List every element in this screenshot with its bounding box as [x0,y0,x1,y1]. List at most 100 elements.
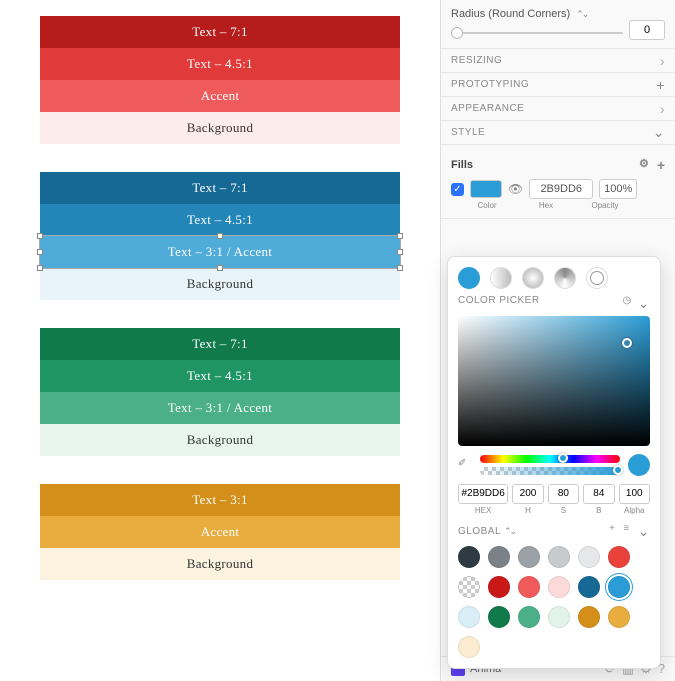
color-picker-popover: COLOR PICKER ◷ ✐ #2B9DD6 HEX 200H 80S 84… [447,256,661,669]
add-global-color-icon[interactable]: + [609,523,615,540]
visibility-icon[interactable]: 👁 [508,182,523,196]
global-swatch[interactable] [458,546,480,568]
current-color-swatch [628,454,650,476]
global-swatch[interactable] [548,546,570,568]
palette-row[interactable]: Text – 3:1 [40,484,400,516]
palette-group: Text – 7:1Text – 4.5:1Text – 3:1 / Accen… [40,328,400,456]
s-label: S [548,506,579,515]
fill-type-pattern[interactable] [586,267,608,289]
radius-label: Radius (Round Corners) [451,8,570,20]
b-input[interactable]: 84 [583,484,614,504]
palette-row[interactable]: Text – 4.5:1 [40,360,400,392]
palette-row[interactable]: Text – 4.5:1 [40,48,400,80]
color-picker-title: COLOR PICKER [458,295,540,312]
fills-title: Fills [451,159,473,171]
global-swatch[interactable] [608,606,630,628]
palette-row[interactable]: Text – 7:1 [40,328,400,360]
fill-type-radial[interactable] [522,267,544,289]
global-swatch[interactable] [488,546,510,568]
fill-swatch[interactable] [470,180,502,198]
global-swatch[interactable] [548,576,570,598]
hex-input[interactable]: #2B9DD6 [458,484,508,504]
hue-slider[interactable] [480,455,620,463]
section-label: PROTOTYPING [451,79,529,90]
global-swatch[interactable] [458,606,480,628]
palette-row[interactable]: Background [40,112,400,144]
global-swatch[interactable] [518,606,540,628]
section-style[interactable]: STYLE [441,121,675,145]
global-swatch[interactable] [548,606,570,628]
global-swatch[interactable] [518,546,540,568]
selected-layer[interactable]: Text – 3:1 / Accent [40,236,400,268]
fill-enabled-checkbox[interactable]: ✓ [451,183,464,196]
fills-section: Fills ✓ 👁 2B9DD6 100% Color Hex Opacity [441,145,675,219]
global-swatch[interactable] [578,546,600,568]
global-swatch[interactable] [608,576,630,598]
palette-row[interactable]: Background [40,548,400,580]
eyedropper-icon[interactable]: ✐ [458,458,472,472]
section-appearance[interactable]: APPEARANCE [441,97,675,121]
resize-handle[interactable] [37,249,43,255]
h-input[interactable]: 200 [512,484,543,504]
radius-slider[interactable] [451,32,623,34]
palette-row[interactable]: Text – 7:1 [40,172,400,204]
global-menu-icon[interactable] [638,523,650,540]
global-swatch[interactable] [578,606,600,628]
radius-stepper-icon[interactable]: ⌃⌄ [576,9,587,20]
section-label: RESIZING [451,55,502,66]
alpha-thumb[interactable] [613,465,623,475]
palette-row[interactable]: Text – 7:1 [40,16,400,48]
global-swatch[interactable] [518,576,540,598]
list-view-icon[interactable]: ≡ [623,523,629,540]
fill-opacity-input[interactable]: 100% [599,179,637,199]
gear-icon[interactable] [639,157,649,173]
section-prototyping[interactable]: PROTOTYPING [441,73,675,97]
resize-handle[interactable] [217,233,223,239]
global-swatch[interactable] [458,576,480,598]
hue-thumb[interactable] [558,453,568,463]
resize-handle[interactable] [217,265,223,271]
palette-row[interactable]: Text – 3:1 / Accent [40,236,400,268]
b-label: B [583,506,614,515]
global-swatch[interactable] [608,546,630,568]
global-swatch[interactable] [488,606,510,628]
resize-handle[interactable] [37,265,43,271]
palette-row[interactable]: Background [40,424,400,456]
design-canvas[interactable]: Text – 7:1Text – 4.5:1AccentBackgroundTe… [0,0,440,681]
alpha-input[interactable]: 100 [619,484,650,504]
picker-menu-icon[interactable] [638,295,650,312]
add-fill-icon[interactable] [657,157,665,173]
palette-row[interactable]: Text – 4.5:1 [40,204,400,236]
global-swatch[interactable] [458,636,480,658]
fill-type-linear[interactable] [490,267,512,289]
s-input[interactable]: 80 [548,484,579,504]
resize-handle[interactable] [397,233,403,239]
chevron-down-icon [653,124,665,141]
plus-icon [656,77,665,93]
radius-section: Radius (Round Corners) ⌃⌄ [441,0,675,49]
alpha-slider[interactable] [480,467,620,475]
fill-hex-input[interactable]: 2B9DD6 [529,179,593,199]
palette-group: Text – 3:1AccentBackground [40,484,400,580]
global-sort-icon[interactable]: ⌃⌄ [504,526,515,536]
chevron-right-icon [660,53,665,69]
resize-handle[interactable] [397,265,403,271]
resize-handle[interactable] [37,233,43,239]
palette-group: Text – 7:1Text – 4.5:1Text – 3:1 / Accen… [40,172,400,300]
section-label: APPEARANCE [451,103,524,114]
color-field-cursor[interactable] [622,338,632,348]
fill-type-solid[interactable] [458,267,480,289]
palette-row[interactable]: Accent [40,80,400,112]
global-swatch[interactable] [488,576,510,598]
global-swatch[interactable] [578,576,600,598]
fill-type-angular[interactable] [554,267,576,289]
palette-row[interactable]: Background [40,268,400,300]
resize-handle[interactable] [397,249,403,255]
radius-input[interactable] [629,20,665,40]
palette-row[interactable]: Accent [40,516,400,548]
recent-colors-icon[interactable]: ◷ [623,295,632,312]
palette-row[interactable]: Text – 3:1 / Accent [40,392,400,424]
color-field[interactable] [458,316,650,446]
section-resizing[interactable]: RESIZING [441,49,675,73]
radius-slider-thumb[interactable] [451,27,463,39]
